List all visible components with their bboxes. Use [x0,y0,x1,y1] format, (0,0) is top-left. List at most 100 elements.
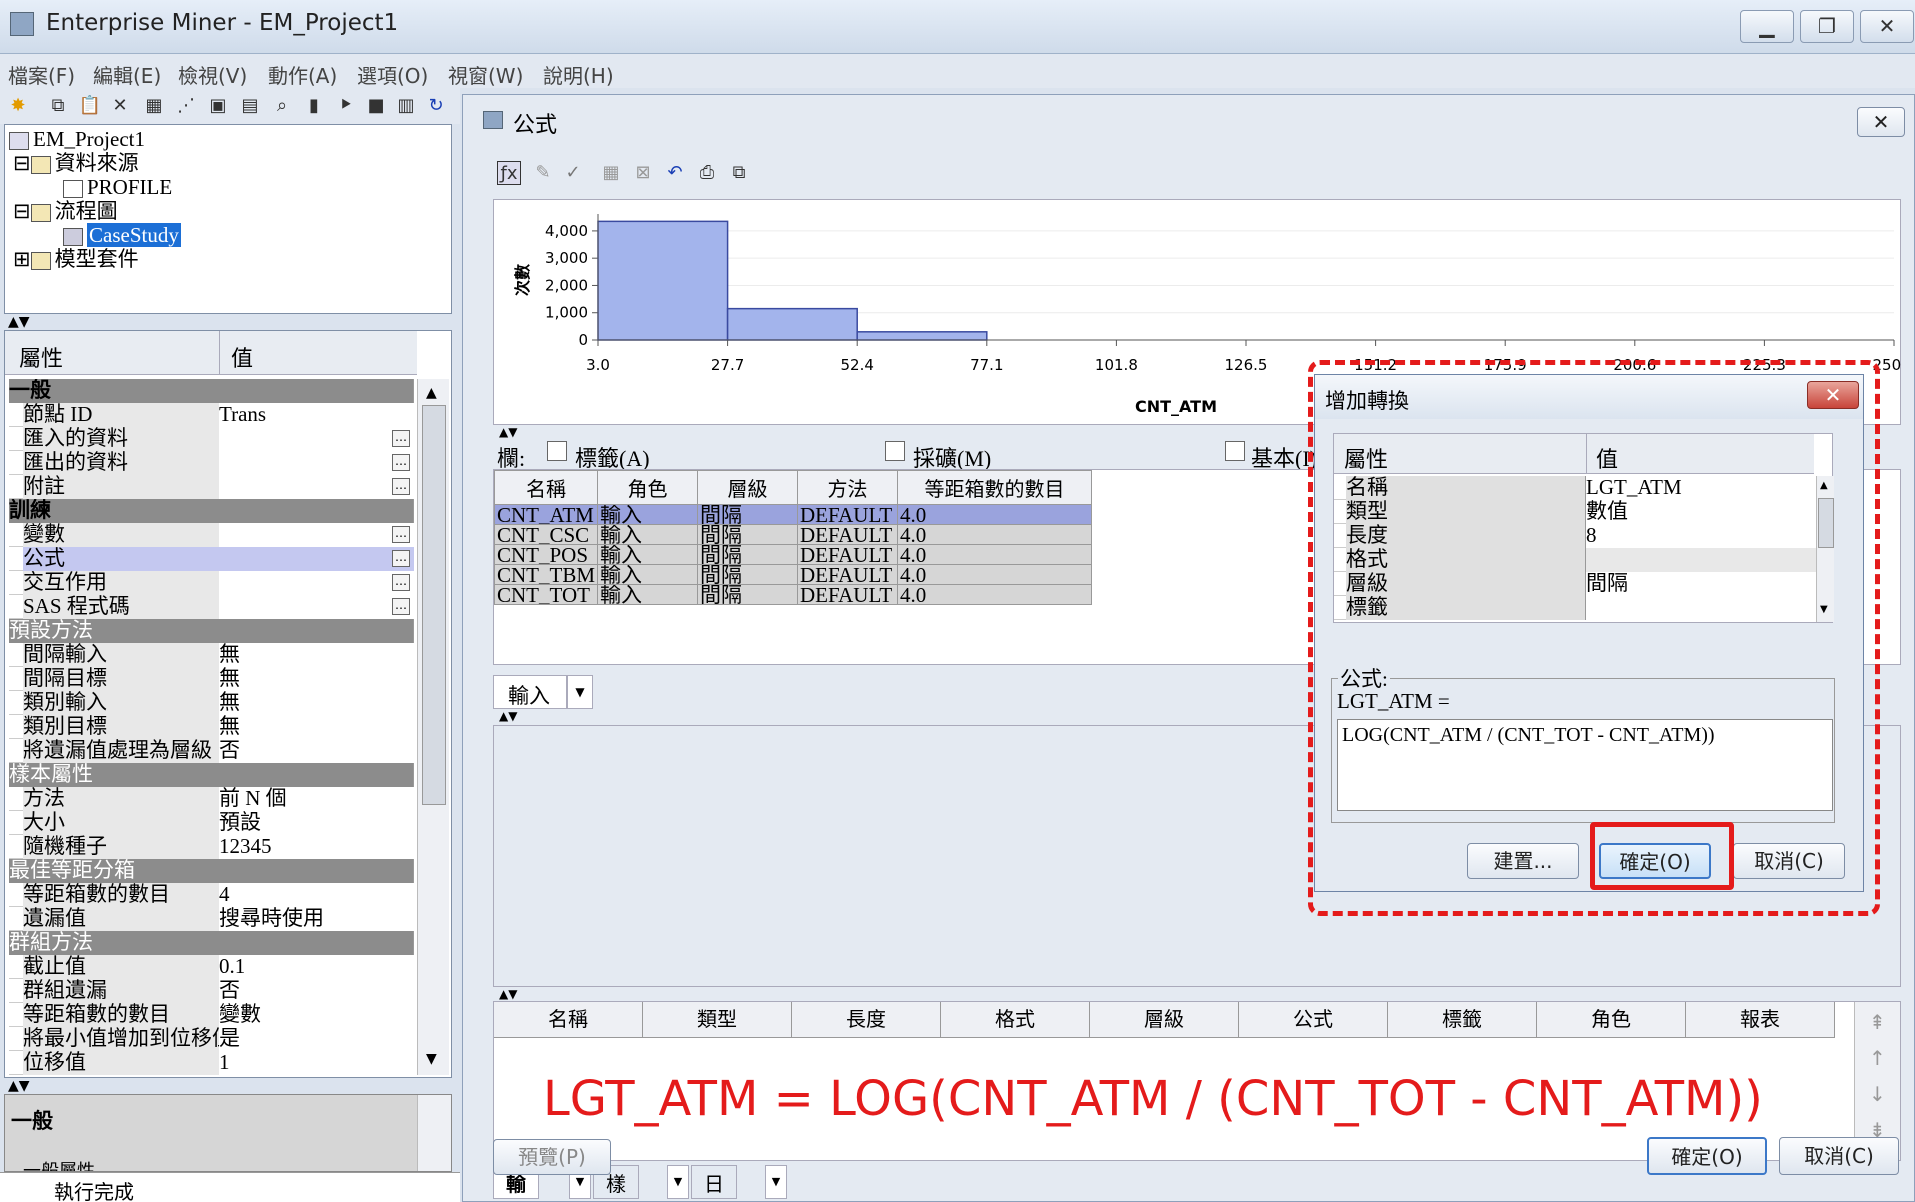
property-row[interactable]: 位移值 1 [9,1051,414,1075]
move-down-icon[interactable]: ↓ [1869,1082,1886,1106]
output-column-header[interactable]: 報表 [1686,1002,1835,1038]
property-row[interactable]: 等距箱數的數目 變數 [9,1003,414,1027]
menu-action[interactable]: 動作(A) [268,60,337,89]
minimize-button[interactable]: ▁ [1740,10,1794,43]
input-tab-dropdown[interactable]: ▼ [567,675,593,709]
property-value[interactable]: 0.1 [219,955,414,979]
property-value[interactable]: 12345 [219,835,414,859]
property-row[interactable]: 變數… [9,523,414,547]
ok-button[interactable]: 確定(O) [1647,1137,1767,1175]
table-row[interactable]: CNT_TBM 輸入 間隔 DEFAULT 4.0 [493,564,1093,585]
menu-file[interactable]: 檔案(F) [8,60,75,89]
undo-icon[interactable]: ↶ [663,161,687,185]
basic-checkbox[interactable] [1225,441,1245,461]
property-value[interactable]: Trans [219,403,414,427]
property-row[interactable]: SAS 程式碼… [9,595,414,619]
property-value[interactable]: 搜尋時使用 [219,907,414,931]
output-column-header[interactable]: 格式 [941,1002,1090,1038]
tab-dropdown-icon[interactable]: ▼ [667,1165,689,1199]
move-up-icon[interactable]: ↑ [1869,1046,1886,1070]
folder-icon[interactable]: ▮ [302,94,326,118]
cancel-button[interactable]: 取消(C) [1779,1137,1899,1175]
tree-item-casestudy[interactable]: CaseStudy [63,223,181,247]
copy-icon[interactable]: ⧉ [727,161,751,185]
property-value[interactable] [219,547,414,571]
grid-icon[interactable]: ▣ [206,94,230,118]
description-scrollbar[interactable] [417,1095,451,1171]
output-column-header[interactable]: 層級 [1090,1002,1239,1038]
property-row[interactable]: 間隔目標無 [9,667,414,691]
property-row[interactable]: 間隔輸入無 [9,643,414,667]
property-value[interactable] [219,571,414,595]
property-value[interactable]: 無 [219,643,414,667]
property-row[interactable]: 隨機種子 12345 [9,835,414,859]
tree-icon[interactable]: ⋰ [174,94,198,118]
property-value[interactable]: 是 [219,1027,414,1051]
tree-item-flowchart[interactable]: ⊟ 流程圖 [13,199,118,223]
tab-dropdown-icon[interactable]: ▼ [765,1165,787,1199]
table-row[interactable]: CNT_ATM 輸入 間隔 DEFAULT 4.0 [493,504,1093,525]
property-value[interactable] [219,475,414,499]
preview-button[interactable]: 預覽(P) [493,1139,611,1175]
tree-item-profile[interactable]: PROFILE [63,175,172,199]
splitter-arrows[interactable]: ▲▼ [8,314,30,330]
property-row[interactable]: 一般 [9,379,414,403]
property-row[interactable]: 將最小值增加到位移值是 [9,1027,414,1051]
splitter-arrows-5[interactable]: ▲▼ [499,987,517,1001]
property-value[interactable]: 否 [219,739,414,763]
table-row[interactable]: CNT_CSC 輸入 間隔 DEFAULT 4.0 [493,524,1093,545]
table-row[interactable]: CNT_POS 輸入 間隔 DEFAULT 4.0 [493,544,1093,565]
book-icon[interactable]: ▦ [142,94,166,118]
ellipsis-button[interactable]: … [392,550,410,567]
property-row[interactable]: 最佳等距分箱 [9,859,414,883]
histogram-bar[interactable] [597,220,729,341]
input-tab[interactable]: 輸入 [493,675,567,709]
ellipsis-button[interactable]: … [392,430,410,447]
tree-item-models[interactable]: ⊞ 模型套件 [13,247,139,271]
property-value[interactable]: 無 [219,691,414,715]
print-icon[interactable]: ⎙ [695,161,719,185]
property-row[interactable]: 交互作用… [9,571,414,595]
property-value[interactable] [219,595,414,619]
property-row[interactable]: 方法前 N 個 [9,787,414,811]
label-checkbox[interactable] [547,441,567,461]
histogram-bar[interactable] [856,331,988,341]
scroll-thumb[interactable] [422,405,446,805]
menu-window[interactable]: 視窗(W) [448,60,523,89]
property-row[interactable]: 訓練 [9,499,414,523]
formula-close-button[interactable]: ✕ [1857,107,1905,137]
property-row[interactable]: 節點 ID Trans [9,403,414,427]
property-row[interactable]: 匯出的資料… [9,451,414,475]
property-row[interactable]: 遺漏值 搜尋時使用 [9,907,414,931]
close-button[interactable]: ✕ [1860,10,1914,43]
ellipsis-button[interactable]: … [392,478,410,495]
property-row[interactable]: 匯入的資料… [9,427,414,451]
histogram-bar[interactable] [726,307,858,341]
menu-view[interactable]: 檢視(V) [178,60,247,89]
property-row[interactable]: 將遺漏值處理為層級否 [9,739,414,763]
formula-icon[interactable]: ƒx [497,161,521,185]
splitter-arrows-3[interactable]: ▲▼ [499,425,517,439]
ellipsis-button[interactable]: … [392,574,410,591]
menu-edit[interactable]: 編輯(E) [93,60,161,89]
ellipsis-button[interactable]: … [392,598,410,615]
refresh-icon[interactable]: ↻ [424,94,448,118]
property-value[interactable] [219,451,414,475]
new-icon[interactable]: ✸ [6,94,30,118]
property-value[interactable]: 變數 [219,1003,414,1027]
property-value[interactable]: 預設 [219,811,414,835]
property-value[interactable]: 否 [219,979,414,1003]
output-column-header[interactable]: 標籤 [1388,1002,1537,1038]
output-tab-2[interactable]: 日誌 [691,1165,737,1202]
property-value[interactable]: 1 [219,1051,414,1075]
property-value[interactable] [219,427,414,451]
zoom-icon[interactable]: ⌕ [270,94,294,118]
property-row[interactable]: 預設方法 [9,619,414,643]
paste-icon[interactable]: 📋 [78,94,102,118]
output-column-header[interactable]: 長度 [792,1002,941,1038]
property-row[interactable]: 類別目標無 [9,715,414,739]
property-value[interactable]: 4 [219,883,414,907]
property-row[interactable]: 附註… [9,475,414,499]
property-value[interactable]: 無 [219,667,414,691]
tree-item-datasource[interactable]: ⊟ 資料來源 [13,151,139,175]
